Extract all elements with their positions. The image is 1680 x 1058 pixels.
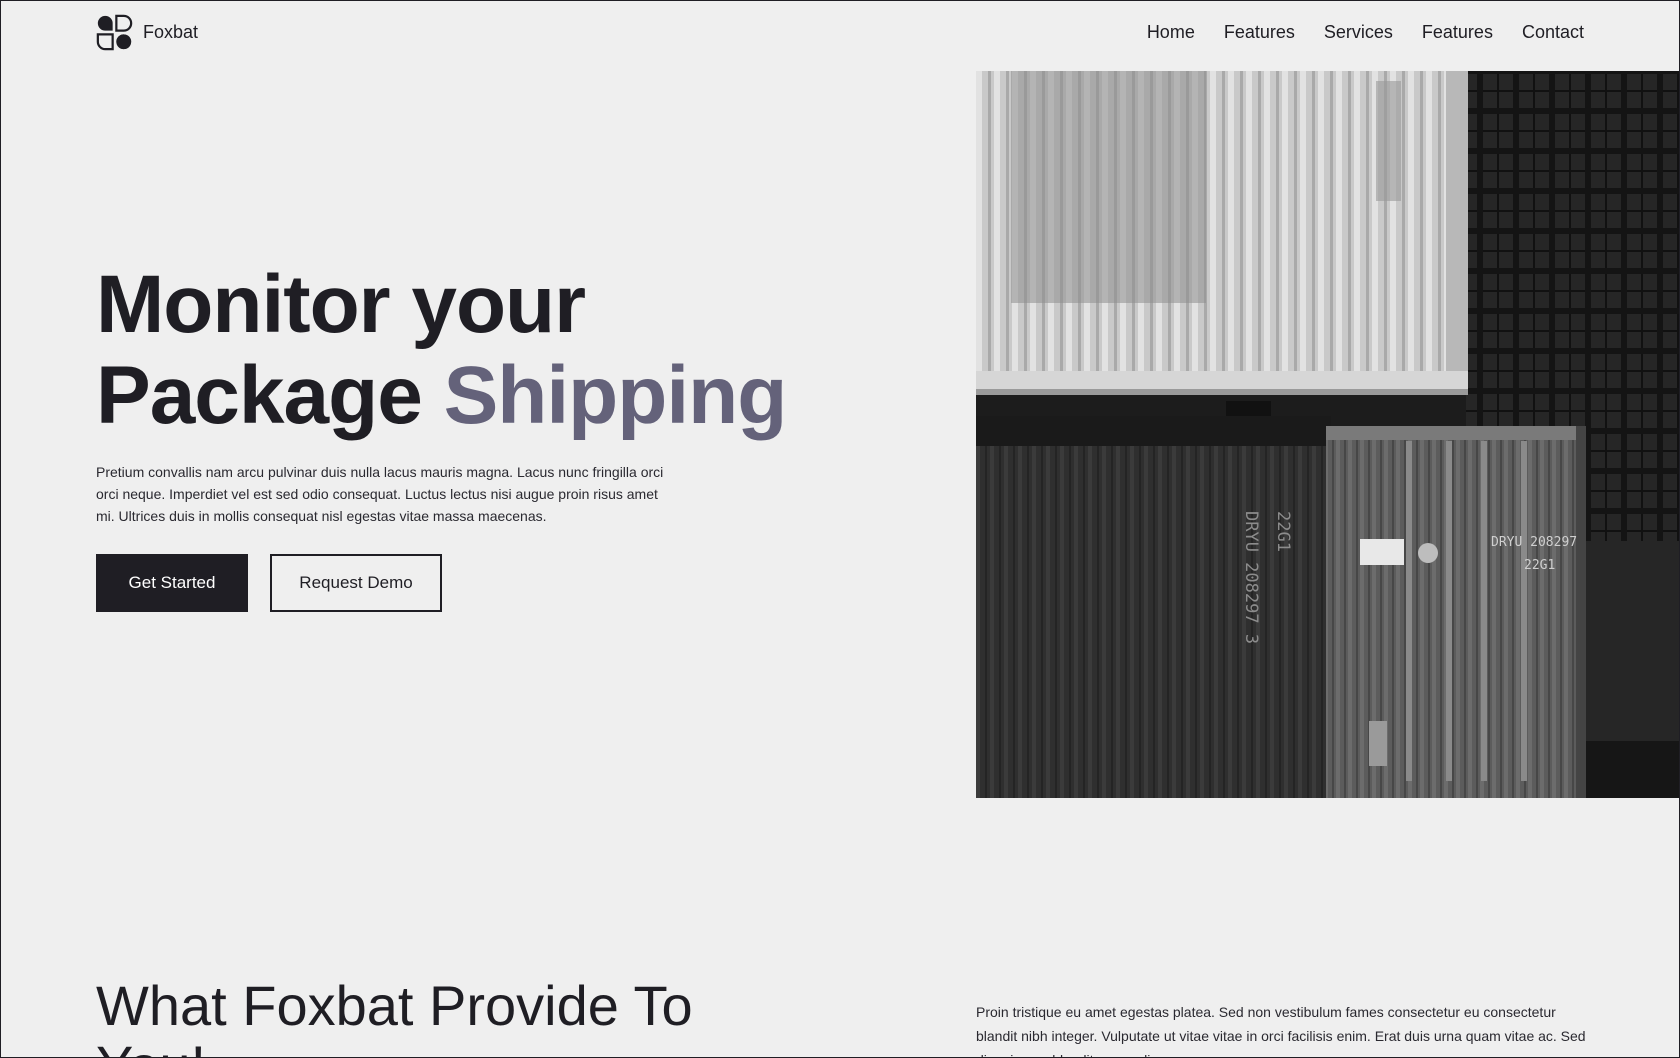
hero-title-line2-a: Package xyxy=(96,350,423,441)
site-header: Foxbat Home Features Services Features C… xyxy=(96,13,1584,51)
door-code-text: DRYU 208297 xyxy=(1491,535,1577,550)
brand-name: Foxbat xyxy=(143,21,199,42)
hero-title-line1: Monitor your xyxy=(96,259,586,350)
hero-image-shipping-containers: DRYU 208297 3 22G1 DRYU 208297 22G1 xyxy=(976,71,1679,798)
provide-section-title: What Foxbat Provide To You! xyxy=(96,974,693,1058)
foxbat-logo-icon xyxy=(96,14,133,50)
provide-section-description: Proin tristique eu amet egestas platea. … xyxy=(976,1004,1586,1057)
hero-title: Monitor your Package Shipping xyxy=(96,259,788,441)
nav-item-services[interactable]: Services xyxy=(1324,22,1393,43)
container-code-vertical: DRYU 208297 3 xyxy=(1241,511,1261,644)
container-type-vertical: 22G1 xyxy=(1273,511,1293,552)
hero-description: Pretium convallis nam arcu pulvinar duis… xyxy=(96,464,664,524)
nav-item-contact[interactable]: Contact xyxy=(1522,22,1584,43)
nav-item-features-2[interactable]: Features xyxy=(1422,22,1493,43)
landing-page: Foxbat Home Features Services Features C… xyxy=(0,0,1680,1058)
containers-illustration: DRYU 208297 3 22G1 DRYU 208297 22G1 xyxy=(976,71,1679,798)
get-started-button[interactable]: Get Started xyxy=(96,554,248,612)
door-type-text: 22G1 xyxy=(1524,558,1555,573)
hero-title-accent: Shipping xyxy=(443,350,788,441)
request-demo-button[interactable]: Request Demo xyxy=(270,554,442,612)
main-nav: Home Features Services Features Contact xyxy=(1147,22,1584,43)
nav-item-features[interactable]: Features xyxy=(1224,22,1295,43)
nav-item-home[interactable]: Home xyxy=(1147,22,1195,43)
brand-link[interactable]: Foxbat xyxy=(96,14,198,51)
